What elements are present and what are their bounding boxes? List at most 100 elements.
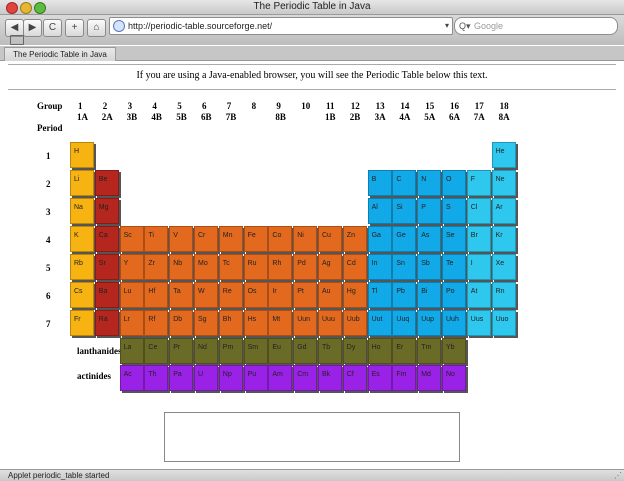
element-cell-pu[interactable]: Pu (243, 365, 268, 391)
element-cell-fe[interactable]: Fe (243, 226, 268, 252)
element-cell-db[interactable]: Db (169, 310, 194, 336)
element-cell-at[interactable]: At (466, 282, 491, 308)
element-cell-cd[interactable]: Cd (342, 254, 367, 280)
element-cell-ne[interactable]: Ne (491, 170, 516, 196)
address-bar[interactable]: http://periodic-table.sourceforge.net/ ▾ (109, 17, 453, 35)
element-cell-zr[interactable]: Zr (144, 254, 169, 280)
element-cell-la[interactable]: La (119, 338, 144, 364)
element-cell-eu[interactable]: Eu (268, 338, 293, 364)
element-cell-zn[interactable]: Zn (342, 226, 367, 252)
element-cell-mo[interactable]: Mo (194, 254, 218, 280)
element-cell-be[interactable]: Be (94, 170, 119, 196)
element-cell-tc[interactable]: Tc (218, 254, 243, 280)
tab-periodic-table[interactable]: The Periodic Table in Java (4, 47, 116, 61)
element-cell-bi[interactable]: Bi (417, 282, 442, 308)
element-cell-rh[interactable]: Rh (268, 254, 293, 280)
add-bookmark-button[interactable]: + (65, 19, 84, 37)
element-cell-lu[interactable]: Lu (119, 282, 144, 308)
element-cell-uup[interactable]: Uup (417, 310, 442, 336)
element-cell-he[interactable]: He (491, 142, 516, 168)
element-cell-f[interactable]: F (466, 170, 491, 196)
element-cell-cs[interactable]: Cs (70, 282, 94, 308)
element-cell-rn[interactable]: Rn (491, 282, 516, 308)
element-cell-kr[interactable]: Kr (491, 226, 516, 252)
element-cell-se[interactable]: Se (442, 226, 466, 252)
element-cell-b[interactable]: B (367, 170, 392, 196)
element-cell-am[interactable]: Am (268, 365, 293, 391)
element-cell-bk[interactable]: Bk (318, 365, 342, 391)
forward-button[interactable]: ▶ (23, 19, 42, 37)
element-cell-yb[interactable]: Yb (442, 338, 466, 364)
element-cell-sr[interactable]: Sr (94, 254, 119, 280)
element-cell-u[interactable]: U (194, 365, 218, 391)
element-cell-md[interactable]: Md (417, 365, 442, 391)
element-cell-nd[interactable]: Nd (194, 338, 218, 364)
element-cell-hs[interactable]: Hs (243, 310, 268, 336)
home-button[interactable]: ⌂ (87, 19, 106, 37)
search-placeholder[interactable]: Google (474, 18, 503, 34)
element-cell-gd[interactable]: Gd (293, 338, 318, 364)
element-cell-p[interactable]: P (417, 198, 442, 224)
element-cell-as[interactable]: As (417, 226, 442, 252)
element-cell-pd[interactable]: Pd (293, 254, 318, 280)
element-cell-ta[interactable]: Ta (169, 282, 194, 308)
element-cell-s[interactable]: S (442, 198, 466, 224)
element-cell-ra[interactable]: Ra (94, 310, 119, 336)
element-cell-bh[interactable]: Bh (218, 310, 243, 336)
element-cell-br[interactable]: Br (466, 226, 491, 252)
element-cell-np[interactable]: Np (218, 365, 243, 391)
element-cell-tl[interactable]: Tl (367, 282, 392, 308)
element-cell-hg[interactable]: Hg (342, 282, 367, 308)
element-cell-sn[interactable]: Sn (392, 254, 417, 280)
element-cell-sb[interactable]: Sb (417, 254, 442, 280)
element-cell-k[interactable]: K (70, 226, 94, 252)
element-cell-uuh[interactable]: Uuh (442, 310, 466, 336)
element-cell-uuq[interactable]: Uuq (392, 310, 417, 336)
search-field[interactable]: Q▾ Google (454, 17, 618, 35)
element-cell-h[interactable]: H (70, 142, 94, 168)
element-cell-po[interactable]: Po (442, 282, 466, 308)
element-cell-n[interactable]: N (417, 170, 442, 196)
element-cell-ru[interactable]: Ru (243, 254, 268, 280)
book-icon[interactable] (10, 35, 24, 45)
element-cell-lr[interactable]: Lr (119, 310, 144, 336)
element-cell-cr[interactable]: Cr (194, 226, 218, 252)
element-cell-pr[interactable]: Pr (169, 338, 194, 364)
element-cell-uut[interactable]: Uut (367, 310, 392, 336)
element-cell-al[interactable]: Al (367, 198, 392, 224)
element-cell-ba[interactable]: Ba (94, 282, 119, 308)
element-cell-tm[interactable]: Tm (417, 338, 442, 364)
element-cell-te[interactable]: Te (442, 254, 466, 280)
element-cell-tb[interactable]: Tb (318, 338, 342, 364)
element-cell-fr[interactable]: Fr (70, 310, 94, 336)
element-cell-si[interactable]: Si (392, 198, 417, 224)
element-cell-uus[interactable]: Uus (466, 310, 491, 336)
element-cell-ni[interactable]: Ni (293, 226, 318, 252)
search-icon[interactable]: Q▾ (459, 18, 471, 34)
element-cell-ga[interactable]: Ga (367, 226, 392, 252)
element-cell-pa[interactable]: Pa (169, 365, 194, 391)
address-text[interactable]: http://periodic-table.sourceforge.net/ (128, 18, 272, 34)
element-cell-pb[interactable]: Pb (392, 282, 417, 308)
element-cell-pm[interactable]: Pm (218, 338, 243, 364)
element-cell-th[interactable]: Th (144, 365, 169, 391)
element-cell-ac[interactable]: Ac (119, 365, 144, 391)
element-cell-mt[interactable]: Mt (268, 310, 293, 336)
element-cell-re[interactable]: Re (218, 282, 243, 308)
element-cell-mg[interactable]: Mg (94, 198, 119, 224)
element-cell-sc[interactable]: Sc (119, 226, 144, 252)
element-cell-rb[interactable]: Rb (70, 254, 94, 280)
element-cell-ca[interactable]: Ca (94, 226, 119, 252)
element-cell-dy[interactable]: Dy (342, 338, 367, 364)
element-cell-li[interactable]: Li (70, 170, 94, 196)
element-cell-co[interactable]: Co (268, 226, 293, 252)
element-cell-nb[interactable]: Nb (169, 254, 194, 280)
element-cell-sm[interactable]: Sm (243, 338, 268, 364)
element-cell-os[interactable]: Os (243, 282, 268, 308)
element-cell-rf[interactable]: Rf (144, 310, 169, 336)
resize-grip-icon[interactable]: ⋰ (614, 470, 622, 481)
element-cell-uun[interactable]: Uun (293, 310, 318, 336)
element-cell-ho[interactable]: Ho (367, 338, 392, 364)
chevron-down-icon[interactable]: ▾ (445, 18, 449, 34)
element-cell-ce[interactable]: Ce (144, 338, 169, 364)
